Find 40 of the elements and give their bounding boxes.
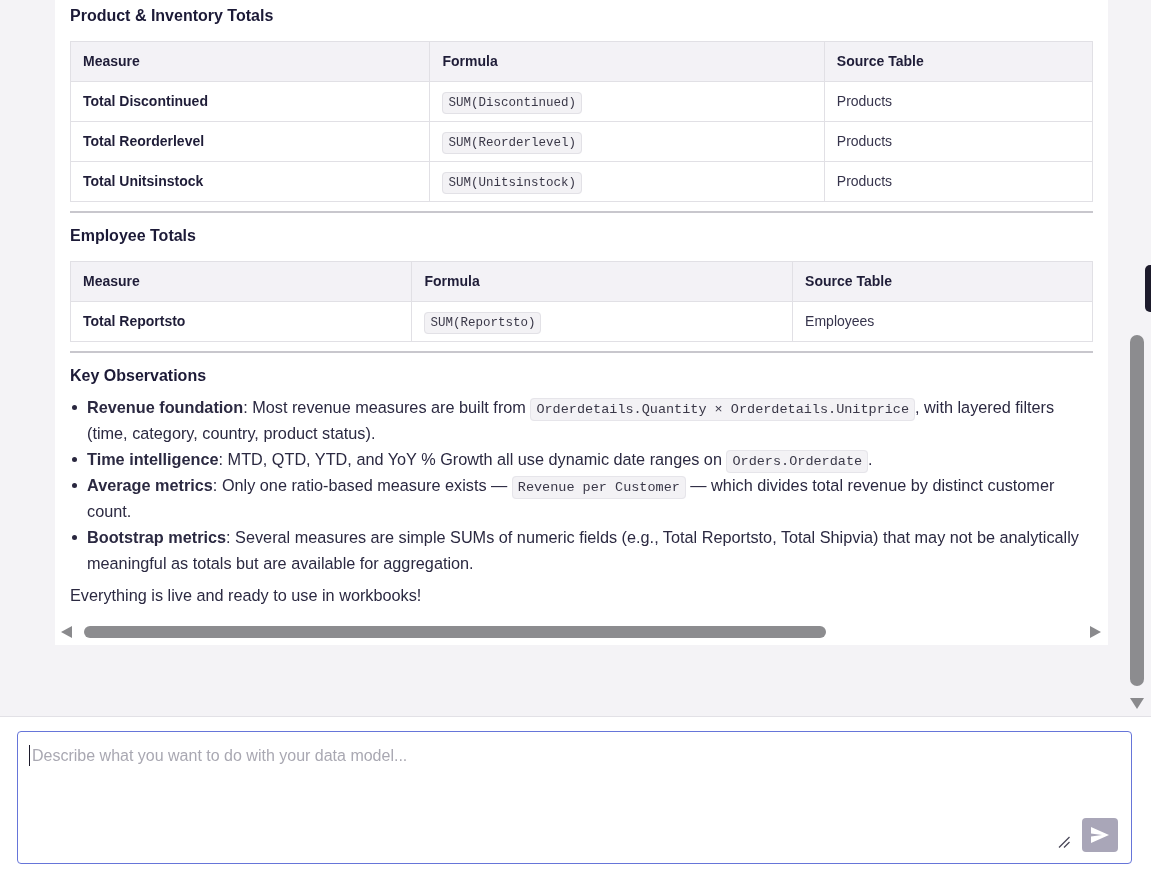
formula-code: SUM(Reportsto): [424, 312, 542, 334]
section-heading: Key Observations: [70, 366, 208, 386]
resize-grip-icon[interactable]: [1058, 836, 1070, 848]
section-heading: Employee Totals: [70, 226, 197, 246]
observation-text: Average metrics: Only one ratio-based measure exists — Revenue per Customer — which divides total revenue by distinct customer count.: [87, 475, 1056, 522]
column-header: Measure: [70, 41, 430, 82]
section-heading: Product & Inventory Totals: [70, 6, 275, 26]
bullet-icon: [72, 483, 77, 488]
message-input[interactable]: Describe what you want to do with your data model...: [17, 731, 1132, 864]
table-cell: Products: [824, 161, 1093, 202]
scrollbar-thumb[interactable]: [84, 626, 826, 638]
column-header: Source Table: [824, 41, 1093, 82]
formula-code: SUM(Discontinued): [442, 92, 582, 114]
side-panel-handle[interactable]: [1145, 265, 1151, 312]
scroll-down-arrow-icon[interactable]: [1130, 698, 1144, 709]
table-cell: Total Reportsto: [70, 301, 412, 342]
column-header: Formula: [411, 261, 793, 302]
text-cursor: [29, 745, 30, 766]
formula-code: SUM(Reorderlevel): [442, 132, 582, 154]
formula-code: SUM(Unitsinstock): [442, 172, 582, 194]
table-cell: Products: [824, 121, 1093, 162]
bullet-icon: [72, 405, 77, 410]
table-cell: Total Unitsinstock: [70, 161, 430, 202]
table-cell: Products: [824, 81, 1093, 122]
observation-text: Revenue foundation: Most revenue measures are built from Orderdetails.Quantity × Orderdetails.Unitprice , with layered filters (time, category, country, product status).: [87, 397, 1056, 444]
observation-text: Time intelligence: MTD, QTD, YTD, and YoY % Growth all use dynamic date ranges on Orders.Orderdate .: [87, 446, 873, 472]
scrollbar-thumb[interactable]: [1130, 335, 1144, 686]
observation-text: Bootstrap metrics: Several measures are simple SUMs of numeric fields (e.g., Total Reportsto, Total Shipvia) that may not be analytically meaningful as totals but are available for aggregation.: [87, 527, 1080, 574]
column-header: Formula: [429, 41, 825, 82]
table-cell: Total Reorderlevel: [70, 121, 430, 162]
bullet-icon: [72, 457, 77, 462]
scroll-right-arrow-icon[interactable]: [1090, 626, 1101, 638]
column-header: Measure: [70, 261, 412, 302]
table-cell: Total Discontinued: [70, 81, 430, 122]
table-cell: Employees: [792, 301, 1093, 342]
message-text: Everything is live and ready to use in workbooks!: [70, 585, 423, 606]
column-header: Source Table: [792, 261, 1093, 302]
bullet-icon: [72, 535, 77, 540]
send-icon: [1091, 827, 1109, 843]
scroll-left-arrow-icon[interactable]: [61, 626, 72, 638]
